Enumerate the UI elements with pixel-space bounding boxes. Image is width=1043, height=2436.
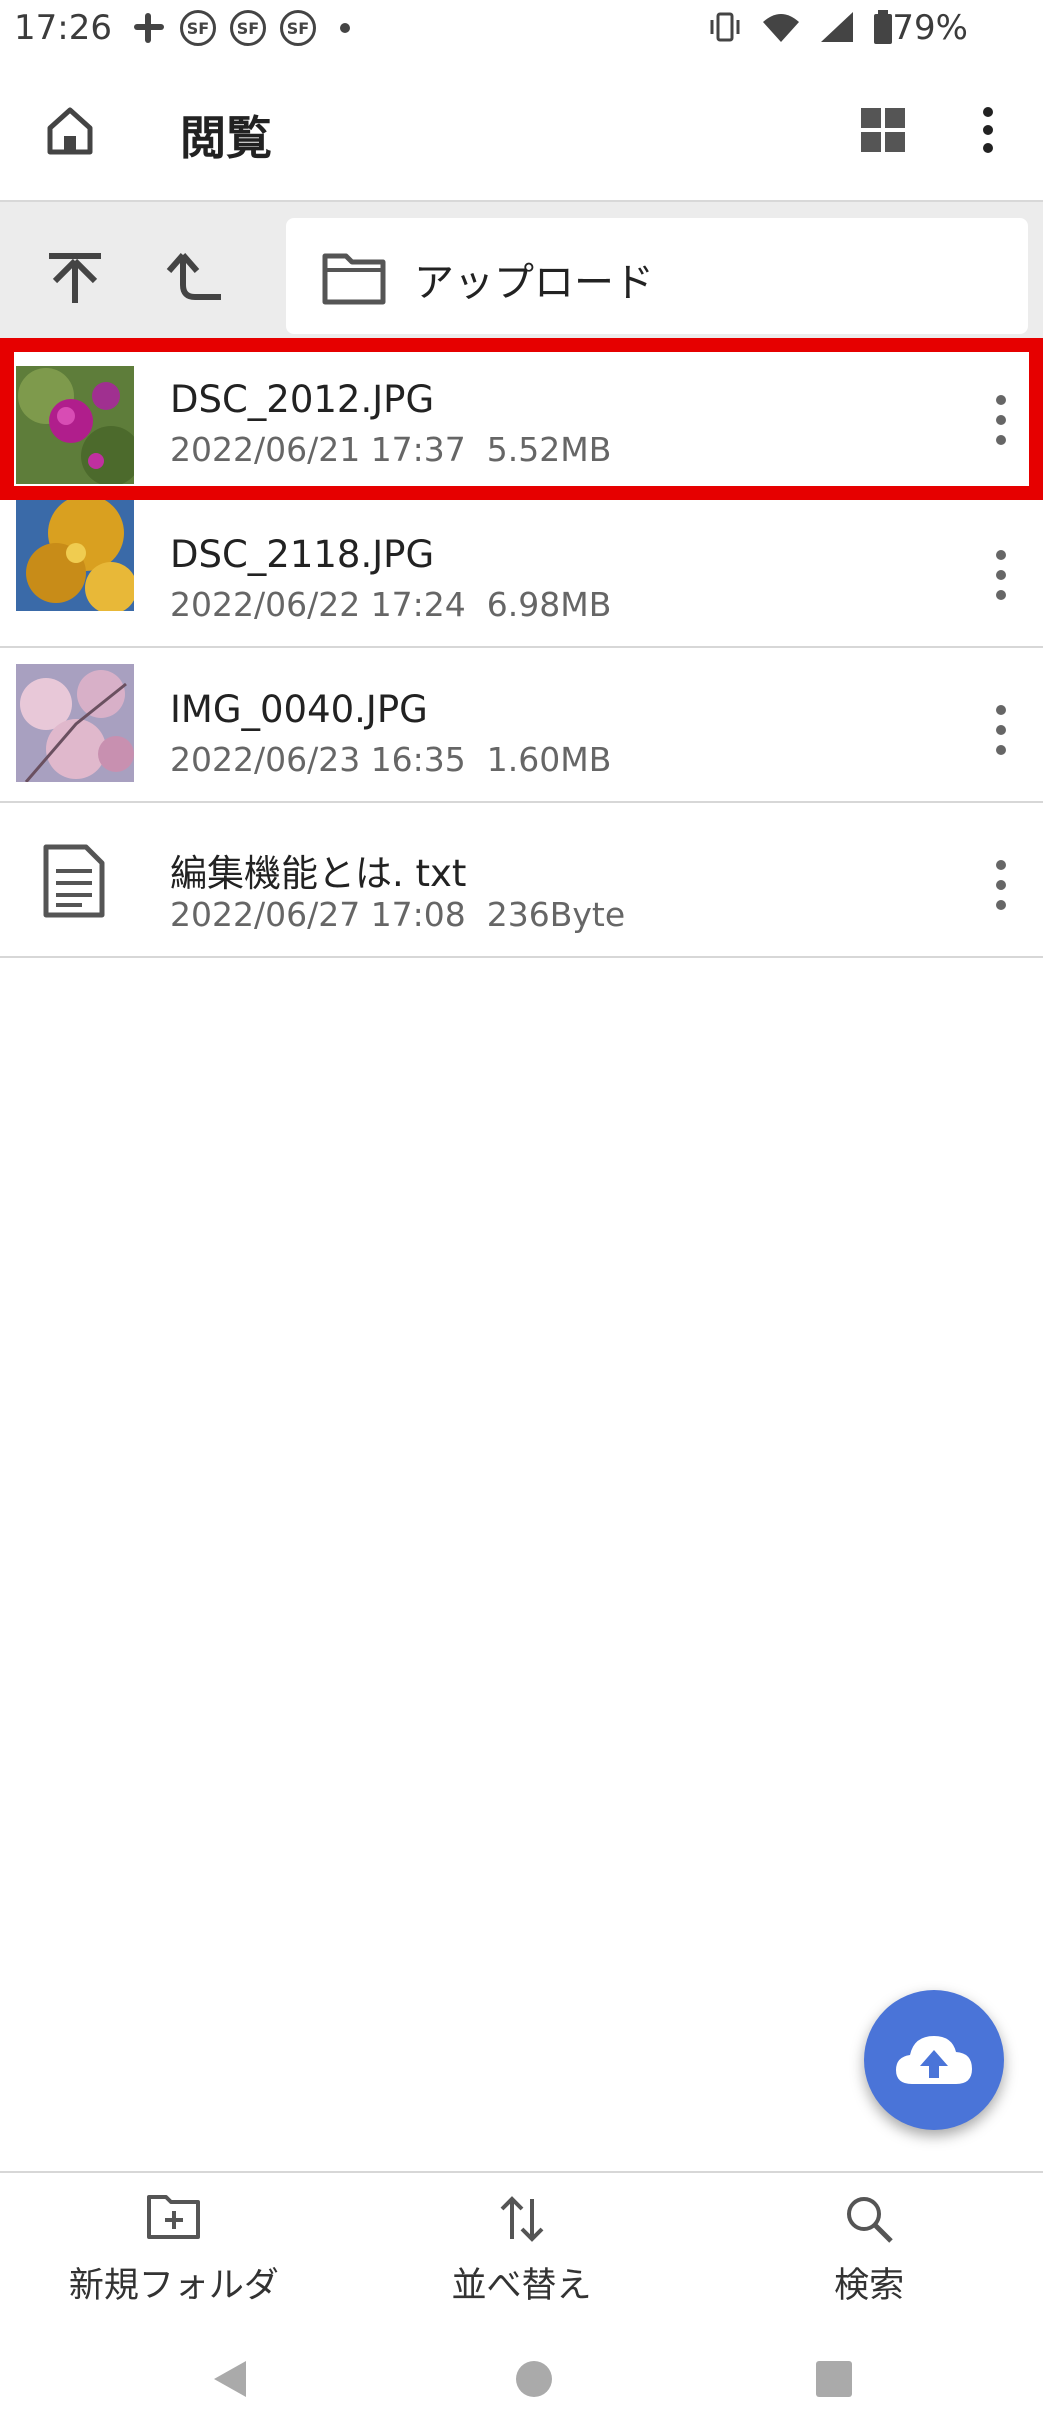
- search-label: 検索: [834, 2266, 905, 2306]
- sf-icon: SF: [230, 10, 266, 46]
- new-folder-icon: [146, 2195, 200, 2239]
- system-icons: [707, 10, 893, 44]
- new-folder-label: 新規フォルダ: [68, 2266, 279, 2306]
- app-bar: 閲覧: [0, 60, 1043, 200]
- photo-thumbnail-blossom: [16, 664, 134, 782]
- file-name: DSC_2012.JPG: [170, 378, 435, 421]
- status-bar: 17:26 SF SF SF 79%: [0, 0, 1043, 60]
- sf-icon: SF: [280, 10, 316, 46]
- grid-view-icon: [861, 108, 905, 152]
- file-name: 編集機能とは. txt: [170, 852, 467, 895]
- grid-view-button[interactable]: [843, 90, 923, 170]
- file-meta: 2022/06/23 16:35 1.60MB: [170, 740, 612, 779]
- notification-icons: SF SF SF: [132, 10, 350, 46]
- page-title: 閲覧: [180, 111, 272, 165]
- sf-icon: SF: [180, 10, 216, 46]
- bottom-action-bar: 新規フォルダ 並べ替え 検索: [0, 2171, 1043, 2323]
- wifi-icon: [763, 14, 799, 42]
- signal-icon: [821, 12, 853, 42]
- system-nav-bar: [0, 2321, 1043, 2436]
- slack-icon: [134, 13, 164, 43]
- file-name: IMG_0040.JPG: [170, 688, 428, 731]
- text-file-icon: [43, 844, 105, 918]
- go-up-icon: [166, 253, 221, 300]
- more-vert-icon[interactable]: [989, 545, 1013, 605]
- file-name: DSC_2118.JPG: [170, 533, 435, 576]
- status-time: 17:26: [14, 8, 112, 48]
- sort-button[interactable]: 並べ替え: [348, 2173, 696, 2321]
- battery-icon: [874, 10, 892, 44]
- file-meta: 2022/06/27 17:08 236Byte: [170, 895, 626, 934]
- dot-icon: [340, 23, 350, 33]
- more-vert-icon[interactable]: [989, 390, 1013, 450]
- new-folder-button[interactable]: 新規フォルダ: [0, 2173, 348, 2321]
- go-top-button[interactable]: [30, 232, 120, 322]
- current-folder: アップロード: [286, 218, 1028, 334]
- search-icon: [847, 2197, 893, 2243]
- go-up-button[interactable]: [150, 232, 240, 322]
- list-item[interactable]: DSC_2118.JPG 2022/06/22 17:24 6.98MB: [0, 493, 1043, 648]
- sort-label: 並べ替え: [451, 2266, 592, 2306]
- folder-icon: [322, 253, 386, 305]
- photo-thumbnail-flower: [16, 366, 134, 484]
- sort-icon: [500, 2196, 543, 2242]
- battery-percent: 79%: [892, 8, 968, 48]
- cloud-upload-icon: [896, 2036, 972, 2084]
- list-item[interactable]: 編集機能とは. txt 2022/06/27 17:08 236Byte: [0, 803, 1043, 958]
- list-item[interactable]: IMG_0040.JPG 2022/06/23 16:35 1.60MB: [0, 648, 1043, 803]
- home-button[interactable]: [30, 90, 110, 170]
- back-icon[interactable]: [210, 2357, 250, 2401]
- more-vert-icon: [983, 107, 993, 153]
- recents-icon[interactable]: [814, 2359, 854, 2399]
- more-vert-icon[interactable]: [989, 700, 1013, 760]
- home-icon: [47, 107, 93, 155]
- file-meta: 2022/06/22 17:24 6.98MB: [170, 585, 612, 624]
- more-options-button[interactable]: [948, 90, 1028, 170]
- more-vert-icon[interactable]: [989, 855, 1013, 915]
- search-button[interactable]: 検索: [695, 2173, 1043, 2321]
- file-list: DSC_2012.JPG 2022/06/21 17:37 5.52MB DSC…: [0, 338, 1043, 958]
- file-meta: 2022/06/21 17:37 5.52MB: [170, 430, 612, 469]
- go-top-icon: [49, 253, 101, 303]
- vibrate-icon: [710, 12, 740, 42]
- folder-name: アップロード: [414, 260, 654, 306]
- upload-fab[interactable]: [864, 1990, 1004, 2130]
- list-item[interactable]: DSC_2012.JPG 2022/06/21 17:37 5.52MB: [0, 338, 1043, 493]
- photo-thumbnail-autumn: [16, 493, 134, 611]
- home-nav-icon[interactable]: [514, 2359, 554, 2399]
- path-bar: アップロード: [0, 200, 1043, 340]
